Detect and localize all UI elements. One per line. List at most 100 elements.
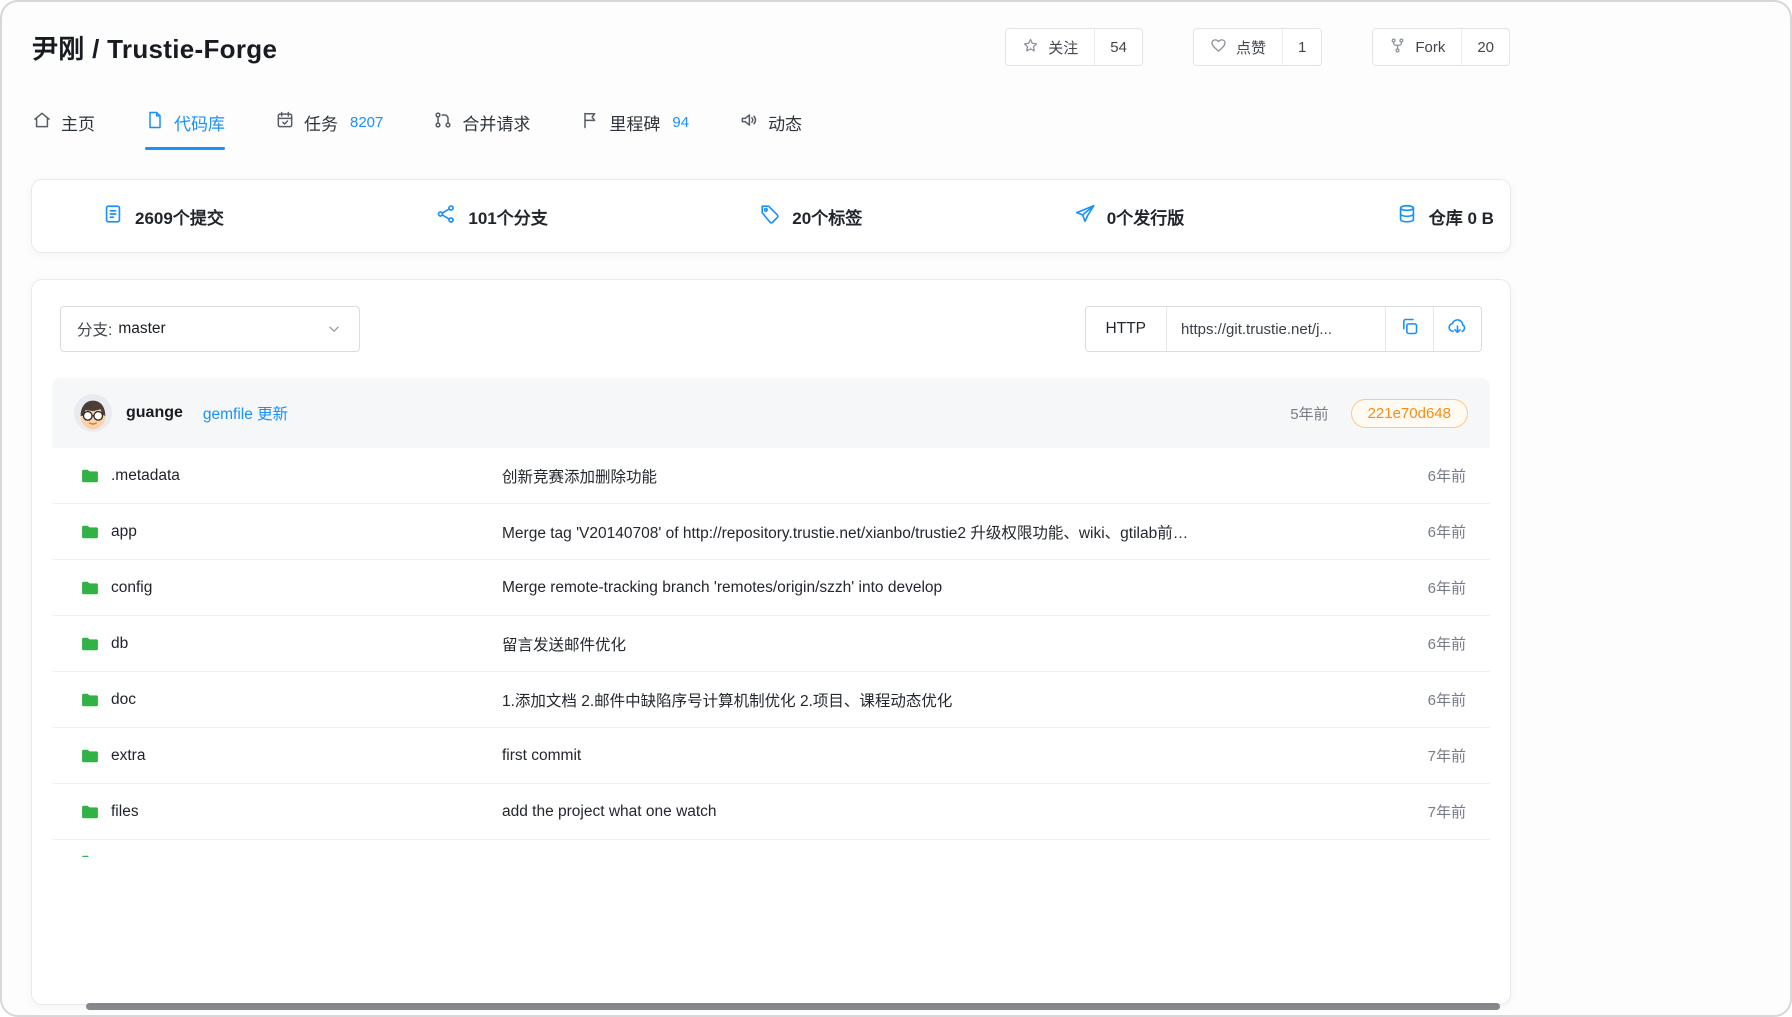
tab-badge: 94 bbox=[672, 114, 689, 131]
tab-milestones[interactable]: 里程碑 94 bbox=[580, 110, 689, 150]
clone-url-field[interactable]: https://git.trustie.net/j... bbox=[1167, 307, 1385, 351]
row-commit-time: 7年前 bbox=[1396, 745, 1466, 766]
table-row-partial[interactable] bbox=[52, 840, 1490, 857]
file-name[interactable]: .metadata bbox=[111, 467, 180, 485]
tab-home[interactable]: 主页 bbox=[32, 110, 95, 150]
stat-tags[interactable]: 20个标签 bbox=[759, 203, 862, 230]
table-row[interactable]: db 留言发送邮件优化 6年前 bbox=[52, 616, 1490, 672]
table-row[interactable]: config Merge remote-tracking branch 'rem… bbox=[52, 560, 1490, 616]
copy-url-button[interactable] bbox=[1385, 307, 1433, 351]
repo-icon bbox=[145, 110, 165, 135]
clone-url-group: HTTP https://git.trustie.net/j... bbox=[1085, 306, 1482, 352]
watch-button[interactable]: 关注 54 bbox=[1005, 28, 1143, 66]
like-label: 点赞 bbox=[1236, 37, 1266, 58]
copy-icon bbox=[1399, 316, 1420, 342]
file-name[interactable]: config bbox=[111, 579, 152, 597]
task-icon bbox=[275, 110, 295, 135]
tab-merge-requests[interactable]: 合并请求 bbox=[433, 110, 530, 150]
commit-message-link[interactable]: gemfile 更新 bbox=[203, 402, 288, 424]
folder-icon bbox=[80, 634, 100, 654]
table-row[interactable]: extra first commit 7年前 bbox=[52, 728, 1490, 784]
like-button[interactable]: 点赞 1 bbox=[1193, 28, 1322, 66]
file-name[interactable]: app bbox=[111, 523, 137, 541]
tab-badge: 8207 bbox=[350, 114, 383, 131]
file-name[interactable]: files bbox=[111, 803, 139, 821]
repo-header: 尹刚 / Trustie-Forge 关注 54 点赞 1 bbox=[32, 2, 1510, 66]
table-row[interactable]: files add the project what one watch 7年前 bbox=[52, 784, 1490, 840]
file-name[interactable]: doc bbox=[111, 691, 136, 709]
latest-commit-bar: guange gemfile 更新 5年前 221e70d648 bbox=[52, 378, 1490, 448]
table-row[interactable]: doc 1.添加文档 2.邮件中缺陷序号计算机制优化 2.项目、课程动态优化 6… bbox=[52, 672, 1490, 728]
row-commit-message[interactable]: Merge tag 'V20140708' of http://reposito… bbox=[502, 521, 1396, 543]
stat-releases[interactable]: 0个发行版 bbox=[1074, 203, 1184, 230]
commit-hash-badge[interactable]: 221e70d648 bbox=[1351, 399, 1468, 428]
row-commit-message[interactable]: 1.添加文档 2.邮件中缺陷序号计算机制优化 2.项目、课程动态优化 bbox=[502, 689, 1396, 711]
row-commit-message[interactable]: Merge remote-tracking branch 'remotes/or… bbox=[502, 579, 1396, 597]
merge-icon bbox=[433, 110, 453, 135]
heart-icon bbox=[1210, 37, 1227, 58]
milestone-icon bbox=[580, 110, 600, 135]
tab-label: 合并请求 bbox=[462, 110, 530, 135]
folder-icon bbox=[80, 802, 100, 822]
app-window: 尹刚 / Trustie-Forge 关注 54 点赞 1 bbox=[0, 0, 1792, 1017]
home-icon bbox=[32, 110, 52, 135]
star-icon bbox=[1022, 37, 1039, 58]
download-button[interactable] bbox=[1433, 307, 1481, 351]
tab-label: 动态 bbox=[768, 110, 802, 135]
row-commit-time: 6年前 bbox=[1396, 465, 1466, 486]
fork-count[interactable]: 20 bbox=[1461, 29, 1509, 65]
row-commit-time: 7年前 bbox=[1396, 801, 1466, 822]
fork-button[interactable]: Fork 20 bbox=[1372, 28, 1510, 66]
activity-icon bbox=[739, 110, 759, 135]
release-icon bbox=[1074, 203, 1096, 230]
row-commit-message[interactable]: 创新竞赛添加删除功能 bbox=[502, 465, 1396, 487]
watch-label: 关注 bbox=[1048, 37, 1078, 58]
stat-label: 20个标签 bbox=[792, 204, 862, 229]
avatar[interactable] bbox=[74, 394, 112, 432]
repo-toolbar: 分支: master HTTP https://git.trustie.net/… bbox=[60, 306, 1482, 352]
protocol-select[interactable]: HTTP bbox=[1086, 307, 1167, 351]
folder-icon bbox=[80, 466, 100, 486]
folder-icon bbox=[80, 578, 100, 598]
file-table: .metadata 创新竞赛添加删除功能 6年前 app Merge tag '… bbox=[52, 448, 1490, 857]
stat-label: 仓库 0 B bbox=[1429, 204, 1494, 229]
table-row[interactable]: app Merge tag 'V20140708' of http://repo… bbox=[52, 504, 1490, 560]
tab-label: 里程碑 bbox=[609, 110, 660, 135]
like-count[interactable]: 1 bbox=[1282, 29, 1321, 65]
horizontal-scrollbar[interactable] bbox=[86, 1003, 1500, 1010]
row-commit-time: 6年前 bbox=[1396, 577, 1466, 598]
file-name[interactable]: db bbox=[111, 635, 128, 653]
tab-label: 代码库 bbox=[174, 110, 225, 135]
tab-label: 主页 bbox=[61, 110, 95, 135]
table-row[interactable]: .metadata 创新竞赛添加删除功能 6年前 bbox=[52, 448, 1490, 504]
row-commit-message[interactable]: add the project what one watch bbox=[502, 803, 1396, 821]
repo-stats-bar: 2609个提交 101个分支 20个标签 0个发行版 仓库 0 B bbox=[32, 180, 1510, 252]
stat-commits[interactable]: 2609个提交 bbox=[102, 203, 224, 230]
stat-repo-size[interactable]: 仓库 0 B bbox=[1396, 203, 1494, 230]
row-commit-message[interactable]: 留言发送邮件优化 bbox=[502, 633, 1396, 655]
fork-icon bbox=[1389, 37, 1406, 58]
row-commit-time: 6年前 bbox=[1396, 521, 1466, 542]
row-commit-message[interactable]: first commit bbox=[502, 747, 1396, 765]
repo-tab-bar: 主页 代码库 任务 8207 合并请求 里程碑 94 动态 bbox=[32, 110, 1510, 150]
stat-label: 101个分支 bbox=[468, 204, 547, 229]
repo-actions: 关注 54 点赞 1 Fork 20 bbox=[1005, 28, 1510, 66]
stat-branches[interactable]: 101个分支 bbox=[435, 203, 547, 230]
tab-activity[interactable]: 动态 bbox=[739, 110, 802, 150]
repo-browser-card: 分支: master HTTP https://git.trustie.net/… bbox=[32, 280, 1510, 1004]
database-icon bbox=[1396, 203, 1418, 230]
branch-name: master bbox=[118, 320, 165, 338]
branch-selector[interactable]: 分支: master bbox=[60, 306, 360, 352]
branch-icon bbox=[435, 203, 457, 230]
row-commit-time: 6年前 bbox=[1396, 689, 1466, 710]
commit-icon bbox=[102, 203, 124, 230]
folder-icon bbox=[80, 746, 100, 766]
file-name[interactable]: extra bbox=[111, 747, 145, 765]
tab-issues[interactable]: 任务 8207 bbox=[275, 110, 383, 150]
stat-label: 2609个提交 bbox=[135, 204, 224, 229]
tab-repository[interactable]: 代码库 bbox=[145, 110, 225, 150]
commit-author[interactable]: guange bbox=[126, 404, 183, 422]
tag-icon bbox=[759, 203, 781, 230]
folder-icon bbox=[80, 690, 100, 710]
watch-count[interactable]: 54 bbox=[1094, 29, 1142, 65]
